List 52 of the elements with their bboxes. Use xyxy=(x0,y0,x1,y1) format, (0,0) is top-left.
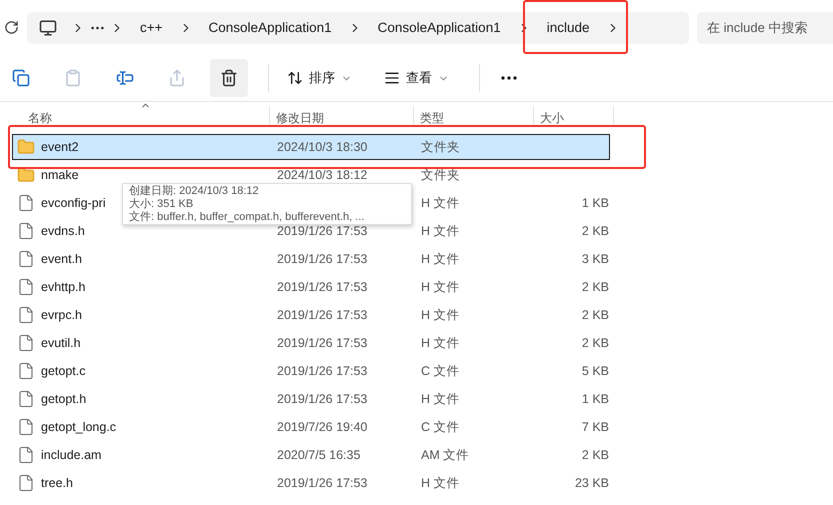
file-size: 2 KB xyxy=(580,280,609,294)
file-name: evhttp.h xyxy=(41,280,86,294)
modified-date: 2024/10/3 18:30 xyxy=(276,140,368,154)
file-name: evconfig-pri xyxy=(41,196,106,210)
modified-date: 2019/1/26 17:53 xyxy=(276,224,368,238)
file-name: evutil.h xyxy=(41,336,81,350)
file-type: H 文件 xyxy=(420,196,460,210)
file-type: H 文件 xyxy=(420,224,460,238)
modified-date: 2019/1/26 17:53 xyxy=(276,308,368,322)
file-type: 文件夹 xyxy=(420,168,461,182)
tooltip-text: 大小: 351 KB xyxy=(129,198,194,210)
file-name: tree.h xyxy=(41,476,73,490)
tooltip-text: 创建日期: 2024/10/3 18:12 xyxy=(129,185,260,198)
file-name: getopt.c xyxy=(41,364,86,378)
modified-date: 2019/1/26 17:53 xyxy=(276,252,368,266)
file-type: AM 文件 xyxy=(420,448,470,462)
file-size: 5 KB xyxy=(580,364,609,378)
file-name: getopt_long.c xyxy=(41,420,116,434)
file-type: H 文件 xyxy=(420,252,460,266)
file-size: 2 KB xyxy=(580,336,609,350)
file-name: event.h xyxy=(41,252,82,266)
file-type: H 文件 xyxy=(420,280,460,294)
file-type: H 文件 xyxy=(420,476,460,490)
tooltip-text: 文件: buffer.h, buffer_compat.h, bufferevent.h, ... xyxy=(129,211,366,224)
modified-date: 2020/7/5 16:35 xyxy=(276,448,362,462)
file-name: event2 xyxy=(41,140,79,154)
modified-date: 2019/1/26 17:53 xyxy=(276,364,368,378)
file-size: 1 KB xyxy=(580,196,609,210)
file-size: 7 KB xyxy=(580,420,609,434)
file-size: 2 KB xyxy=(580,224,609,238)
file-type: H 文件 xyxy=(420,308,460,322)
file-type: 文件夹 xyxy=(420,140,461,154)
modified-date: 2019/1/26 17:53 xyxy=(276,336,368,350)
modified-date: 2019/1/26 17:53 xyxy=(276,392,368,406)
file-type: H 文件 xyxy=(420,392,460,406)
file-type: C 文件 xyxy=(420,364,460,378)
file-name: evrpc.h xyxy=(41,308,82,322)
file-size: 23 KB xyxy=(574,476,609,490)
modified-date: 2019/7/26 19:40 xyxy=(276,420,368,434)
modified-date: 2019/1/26 17:53 xyxy=(276,280,368,294)
file-size: 2 KB xyxy=(580,448,609,462)
file-name: include.am xyxy=(41,448,102,462)
file-type: C 文件 xyxy=(420,420,460,434)
modified-date: 2024/10/3 18:12 xyxy=(276,168,368,182)
file-name: evdns.h xyxy=(41,224,85,238)
file-size: 3 KB xyxy=(580,252,609,266)
file-type: H 文件 xyxy=(420,336,460,350)
modified-date: 2019/1/26 17:53 xyxy=(276,476,368,490)
file-name: getopt.h xyxy=(41,392,86,406)
file-name: nmake xyxy=(41,168,79,182)
file-size: 2 KB xyxy=(580,308,609,322)
file-size: 1 KB xyxy=(580,392,609,406)
